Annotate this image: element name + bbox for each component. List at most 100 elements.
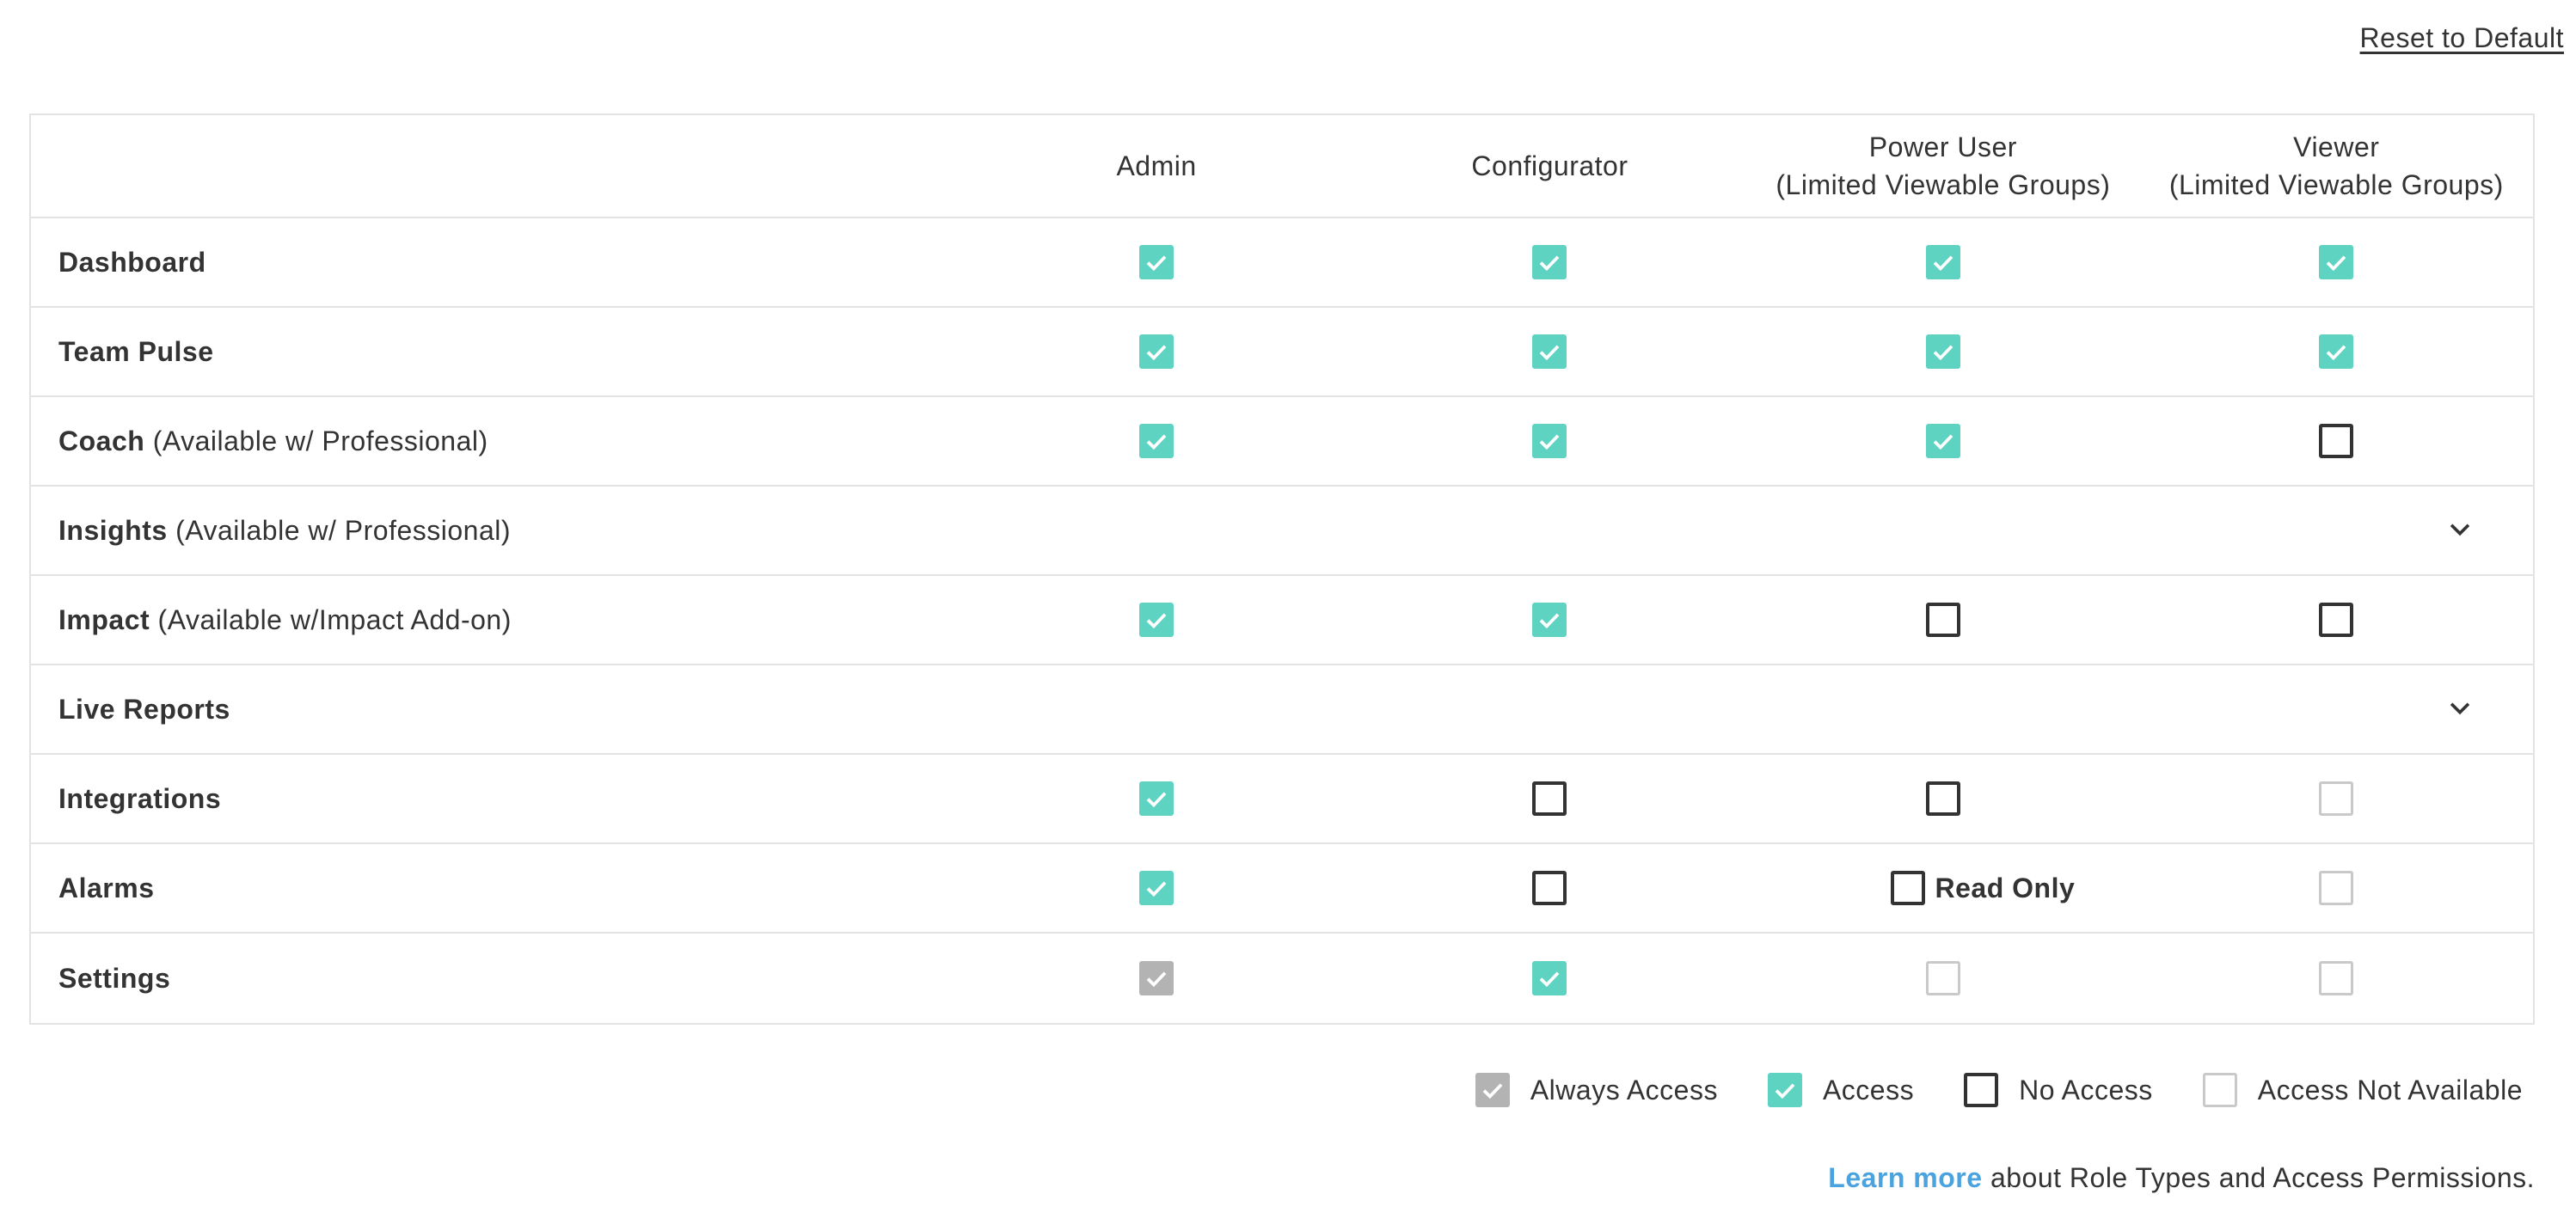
checkbox-none[interactable]: [2319, 424, 2354, 458]
checkbox-access[interactable]: [1139, 245, 1175, 279]
permission-cell-admin: [960, 603, 1352, 637]
checkbox-access[interactable]: [1532, 961, 1567, 995]
table-row[interactable]: Live Reports: [31, 665, 2533, 755]
table-row: Alarms Read Only: [31, 844, 2533, 934]
table-row: Integrations: [31, 755, 2533, 844]
permission-cell-configurator: [1353, 334, 1746, 369]
table-row: Team Pulse: [31, 308, 2533, 397]
permission-cell-viewer: [2140, 871, 2533, 905]
column-title-line1: Configurator: [1471, 150, 1628, 181]
row-name: Settings: [58, 962, 171, 994]
checkbox-always: [1139, 961, 1175, 995]
checkbox-access[interactable]: [1139, 603, 1175, 637]
row-label: Team Pulse: [31, 336, 960, 368]
chevron-down-icon[interactable]: [2445, 514, 2475, 548]
table-row: Coach (Available w/ Professional): [31, 397, 2533, 487]
checkbox-none[interactable]: [1890, 871, 1925, 905]
column-title-line2: (Limited Viewable Groups): [2168, 169, 2504, 200]
checkbox-none[interactable]: [1925, 781, 1960, 816]
checkbox-access-icon: [1767, 1073, 1802, 1107]
checkbox-no-access-icon: [1964, 1073, 1999, 1107]
checkbox-access[interactable]: [1139, 781, 1175, 816]
checkbox-none[interactable]: [1532, 871, 1567, 905]
permission-cell-admin: [960, 334, 1352, 369]
checkbox-access[interactable]: [1532, 334, 1567, 369]
permission-cell-power-user: [1746, 603, 2139, 637]
legend: Always Access Access No Access Access No…: [1426, 1073, 2523, 1107]
permission-cell-admin: [960, 781, 1352, 816]
learn-more-link[interactable]: Learn more: [1828, 1162, 1982, 1193]
permission-cell-power-user: [1746, 781, 2139, 816]
column-header-configurator: Configurator: [1353, 147, 1746, 185]
row-name: Live Reports: [58, 693, 230, 725]
permission-cell-configurator: [1353, 871, 1746, 905]
permission-cell-power-user: [1746, 424, 2139, 458]
permission-cell-admin: [960, 961, 1352, 995]
reset-to-default-link[interactable]: Reset to Default: [2360, 22, 2564, 54]
permission-cell-configurator: [1353, 961, 1746, 995]
checkbox-none[interactable]: [1925, 603, 1960, 637]
table-row: Dashboard: [31, 218, 2533, 308]
checkbox-na: [1925, 961, 1960, 995]
checkbox-access[interactable]: [1925, 245, 1960, 279]
permission-cell-admin: [960, 424, 1352, 458]
footer-text: about Role Types and Access Permissions.: [1982, 1162, 2535, 1193]
checkbox-access[interactable]: [1532, 603, 1567, 637]
permission-cell-configurator: [1353, 245, 1746, 279]
permission-cell-viewer: [2140, 961, 2533, 995]
checkbox-access[interactable]: [1532, 424, 1567, 458]
expand-toggle[interactable]: [977, 693, 2533, 726]
footer-note: Learn more about Role Types and Access P…: [1828, 1162, 2535, 1194]
checkbox-access[interactable]: [1139, 871, 1175, 905]
permission-cell-power-user: [1746, 245, 2139, 279]
checkbox-access[interactable]: [1139, 424, 1175, 458]
permission-cell-power-user: [1746, 961, 2139, 995]
permission-cell-viewer: [2140, 603, 2533, 637]
column-title-line1: Power User: [1868, 132, 2017, 162]
legend-label: Always Access: [1530, 1074, 1718, 1105]
permission-cell-viewer: [2140, 334, 2533, 369]
legend-label: Access: [1822, 1074, 1915, 1105]
legend-item-access: Access: [1767, 1073, 1915, 1107]
checkbox-none[interactable]: [2319, 603, 2354, 637]
legend-item-always-access: Always Access: [1475, 1073, 1718, 1107]
column-header-admin: Admin: [960, 147, 1352, 185]
row-label: Impact (Available w/Impact Add-on): [31, 604, 960, 636]
checkbox-always-access-icon: [1475, 1073, 1510, 1107]
legend-label: Access Not Available: [2257, 1074, 2523, 1105]
table-row: Settings: [31, 934, 2533, 1023]
checkbox-na: [2319, 961, 2354, 995]
checkbox-na: [2319, 781, 2354, 816]
table-row[interactable]: Insights (Available w/ Professional): [31, 487, 2533, 576]
row-name: Team Pulse: [58, 335, 214, 367]
row-label: Settings: [31, 963, 960, 995]
row-label: Dashboard: [31, 247, 960, 279]
legend-item-no-access: No Access: [1964, 1073, 2153, 1107]
checkbox-access[interactable]: [1139, 334, 1175, 369]
row-name: Impact: [58, 603, 150, 635]
read-only-option[interactable]: Read Only: [1890, 871, 2076, 905]
row-note: (Available w/ Professional): [152, 425, 488, 456]
checkbox-access[interactable]: [1925, 334, 1960, 369]
checkbox-na: [2319, 871, 2354, 905]
checkbox-access[interactable]: [2319, 334, 2354, 369]
expand-toggle[interactable]: [977, 514, 2533, 548]
permission-cell-configurator: [1353, 603, 1746, 637]
chevron-down-icon[interactable]: [2445, 693, 2475, 726]
permission-cell-configurator: [1353, 424, 1746, 458]
row-label: Integrations: [31, 783, 960, 815]
checkbox-access[interactable]: [2319, 245, 2354, 279]
permission-cell-admin: [960, 245, 1352, 279]
checkbox-none[interactable]: [1532, 781, 1567, 816]
column-header-power-user: Power User (Limited Viewable Groups): [1746, 128, 2139, 204]
permission-cell-viewer: [2140, 424, 2533, 458]
permissions-table: Admin Configurator Power User (Limited V…: [29, 113, 2535, 1025]
table-row: Impact (Available w/Impact Add-on): [31, 576, 2533, 665]
checkbox-access[interactable]: [1925, 424, 1960, 458]
row-name: Alarms: [58, 872, 155, 903]
column-title-line2: (Limited Viewable Groups): [1776, 169, 2111, 200]
permission-cell-viewer: [2140, 781, 2533, 816]
row-name: Coach: [58, 425, 145, 456]
checkbox-access[interactable]: [1532, 245, 1567, 279]
row-note: (Available w/ Professional): [175, 514, 512, 546]
